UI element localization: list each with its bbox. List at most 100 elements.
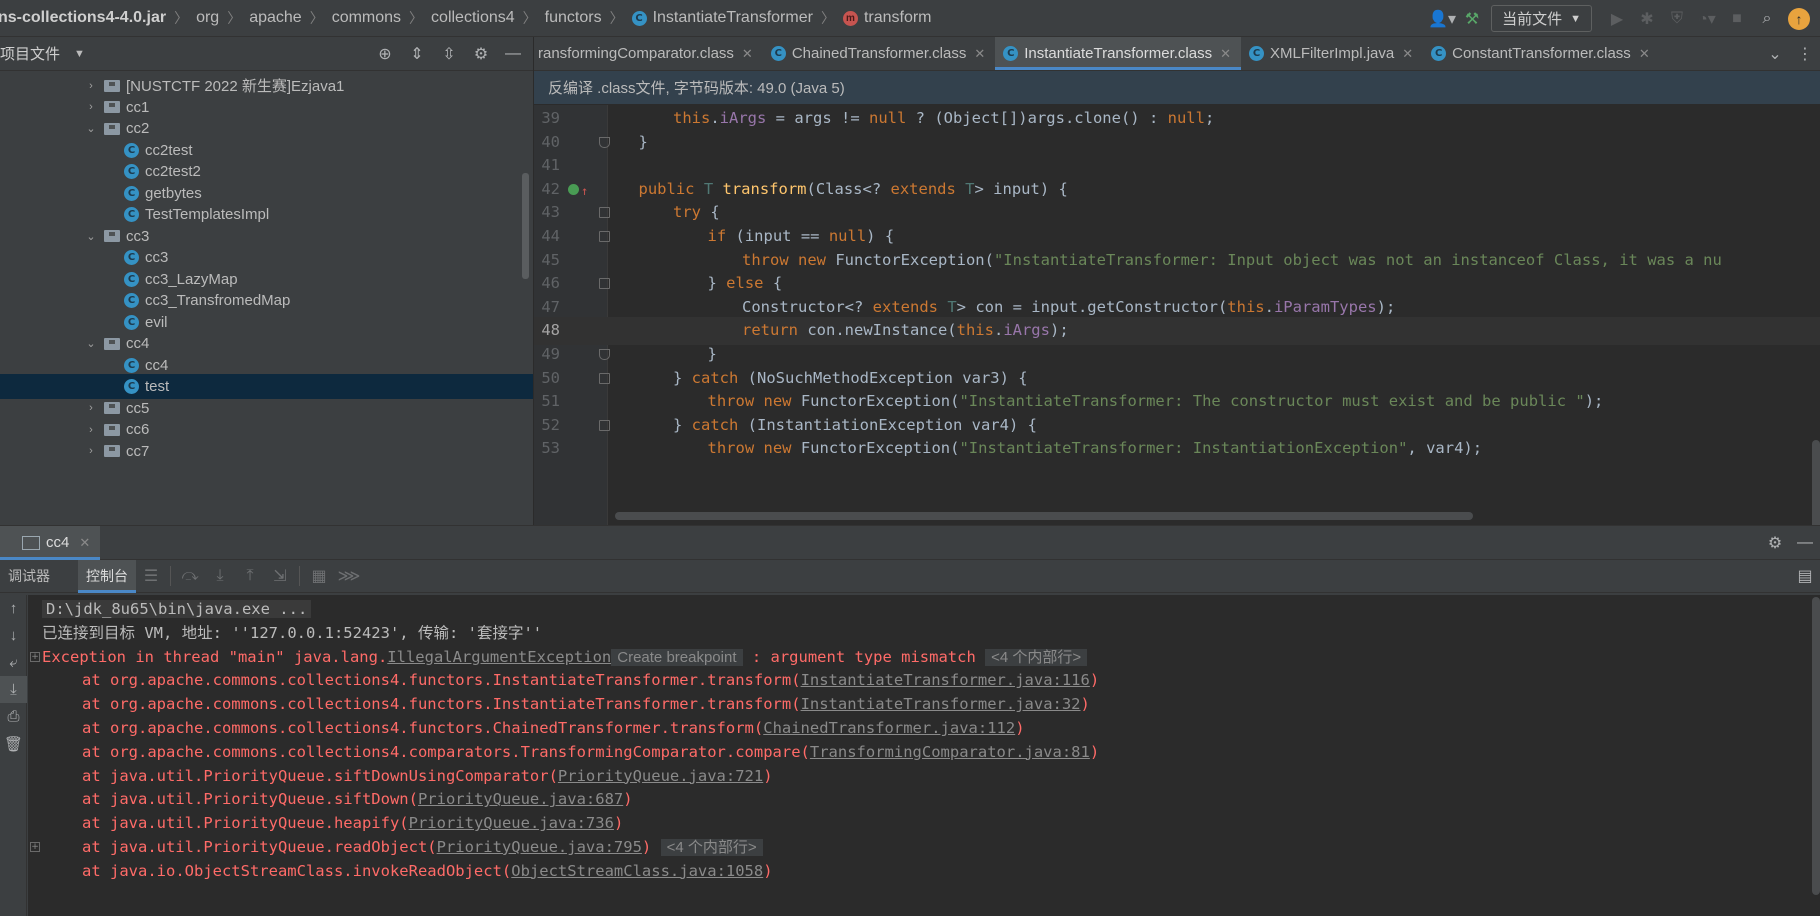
chevron-down-icon[interactable]: ⌄	[1760, 39, 1790, 69]
more-icon[interactable]: ⋮	[1790, 39, 1820, 69]
gear-icon[interactable]: ⚙	[1760, 528, 1790, 558]
source-link[interactable]: ChainedTransformer.java:112	[763, 719, 1015, 737]
user-icon[interactable]: 👤▾	[1427, 4, 1457, 34]
step-out-icon[interactable]: ⤒	[235, 561, 265, 591]
fold-marker-icon[interactable]	[599, 419, 610, 431]
chevron-down-icon[interactable]: ⌄	[84, 230, 98, 243]
source-link[interactable]: InstantiateTransformer.java:32	[801, 695, 1081, 713]
source-link[interactable]: TransformingComparator.java:81	[810, 743, 1090, 761]
editor-tab[interactable]: C XMLFilterImpl.java ✕	[1241, 37, 1423, 70]
internal-lines-toggle[interactable]: <4 个内部行>	[660, 839, 763, 856]
editor-tab[interactable]: C ChainedTransformer.class ✕	[763, 37, 995, 70]
run-icon[interactable]: ▶	[1602, 4, 1632, 34]
exception-class-link[interactable]: IllegalArgumentException	[387, 648, 611, 666]
chevron-right-icon[interactable]: ›	[84, 402, 98, 414]
breadcrumb-item[interactable]: ns-collections4-4.0.jar	[0, 9, 166, 27]
tab-debugger[interactable]: 调试器	[0, 560, 58, 593]
console-command[interactable]: D:\jdk_8u65\bin\java.exe ...	[42, 600, 312, 618]
create-breakpoint-button[interactable]: Create breakpoint	[611, 648, 743, 666]
layout-icon[interactable]: ▤	[1790, 561, 1820, 591]
expand-all-icon[interactable]: ⇕	[403, 39, 431, 69]
fold-marker-icon[interactable]	[599, 372, 610, 384]
chevron-right-icon[interactable]: ›	[84, 80, 98, 92]
breadcrumb-item[interactable]: 〉 m transform	[813, 8, 932, 28]
print-icon[interactable]: ⎙	[0, 703, 27, 730]
breadcrumb-item[interactable]: 〉 apache	[219, 8, 302, 28]
class-icon: C	[124, 250, 139, 265]
minimize-icon[interactable]: —	[1790, 528, 1820, 558]
editor-tab[interactable]: C ConstantTransformer.class ✕	[1423, 37, 1660, 70]
source-link[interactable]: InstantiateTransformer.java:116	[801, 671, 1090, 689]
minimize-icon[interactable]: —	[499, 39, 527, 69]
chevron-right-icon[interactable]: ›	[84, 424, 98, 436]
source-link[interactable]: PriorityQueue.java:736	[409, 814, 614, 832]
trash-icon[interactable]: 🗑	[0, 730, 27, 757]
chevron-down-icon[interactable]: ▼	[74, 48, 85, 60]
fold-marker-icon[interactable]	[599, 278, 610, 290]
close-icon[interactable]: ✕	[742, 46, 753, 62]
breadcrumb-item[interactable]: 〉 functors	[515, 8, 602, 28]
fold-marker-icon[interactable]	[599, 231, 610, 242]
source-link[interactable]: PriorityQueue.java:721	[558, 767, 763, 785]
tree-scrollbar[interactable]	[522, 173, 529, 279]
code-line[interactable]: 53 throw new FunctorException("Instantiat…	[534, 435, 1820, 463]
tree-folder[interactable]: › cc7	[0, 439, 533, 464]
main-toolbar: 👤▾ ⚒ 当前文件 ▼ ▶ ✱ ⛨ ◔▾ ■ ⌕ ↑	[1427, 0, 1820, 37]
arrow-down-icon[interactable]: ↓	[0, 622, 27, 649]
update-icon[interactable]: ↑	[1788, 7, 1810, 30]
run-to-cursor-icon[interactable]: ⇲	[265, 561, 295, 591]
tab-console[interactable]: 控制台	[78, 559, 136, 593]
build-hammer-icon[interactable]: ⚒	[1457, 4, 1487, 34]
close-icon[interactable]: ✕	[1220, 46, 1231, 62]
chevron-right-icon[interactable]: ›	[84, 445, 98, 457]
step-over-icon[interactable]: ⤼	[175, 561, 205, 591]
evaluate-icon[interactable]: ▦	[304, 561, 334, 591]
editor-vertical-scrollbar[interactable]	[1812, 440, 1820, 525]
expand-icon[interactable]: +	[30, 651, 40, 662]
fold-marker-icon[interactable]	[599, 349, 610, 360]
arrow-up-icon[interactable]: ↑	[0, 595, 27, 622]
profile-icon[interactable]: ◔▾	[1692, 4, 1722, 34]
locate-icon[interactable]: ⊕	[371, 39, 399, 69]
close-icon[interactable]: ✕	[79, 535, 90, 551]
console-scrollbar[interactable]	[1812, 597, 1820, 895]
step-into-icon[interactable]: ⤓	[205, 561, 235, 591]
code-editor[interactable]: 39 this.iArgs = args != null ? (Object[])…	[534, 105, 1820, 525]
search-icon[interactable]: ⌕	[1752, 4, 1782, 34]
fold-marker-icon[interactable]	[599, 207, 610, 219]
breadcrumb-item[interactable]: 〉 C InstantiateTransformer	[602, 8, 813, 28]
internal-lines-toggle[interactable]: <4 个内部行>	[985, 648, 1088, 666]
override-marker-icon[interactable]	[568, 178, 588, 205]
expand-icon[interactable]: +	[30, 842, 40, 852]
soft-wrap-icon[interactable]: ⤶	[0, 649, 27, 676]
breadcrumb-item[interactable]: 〉 commons	[302, 8, 401, 28]
source-link[interactable]: PriorityQueue.java:687	[418, 790, 623, 808]
project-panel-title[interactable]: 项目文件	[0, 43, 60, 64]
close-icon[interactable]: ✕	[1402, 46, 1413, 62]
coverage-icon[interactable]: ⛨	[1662, 4, 1692, 34]
breadcrumb-item[interactable]: 〉 collections4	[401, 8, 515, 28]
close-icon[interactable]: ✕	[974, 46, 985, 62]
chevron-down-icon[interactable]: ⌄	[84, 122, 98, 135]
gear-icon[interactable]: ⚙	[467, 39, 495, 69]
stop-icon[interactable]: ■	[1722, 4, 1752, 34]
collapse-all-icon[interactable]: ⇳	[435, 39, 463, 69]
frames-icon[interactable]: ☰	[136, 561, 166, 591]
scroll-to-end-icon[interactable]: ⤓	[0, 676, 27, 703]
close-icon[interactable]: ✕	[1639, 46, 1650, 62]
editor-tab[interactable]: C InstantiateTransformer.class ✕	[995, 37, 1242, 70]
run-config-select[interactable]: 当前文件 ▼	[1491, 5, 1592, 32]
chevron-right-icon[interactable]: ›	[84, 101, 98, 113]
breadcrumb-item[interactable]: 〉 org	[166, 8, 219, 28]
editor-tab[interactable]: ransformingComparator.class ✕	[534, 37, 763, 70]
editor-horizontal-scrollbar[interactable]	[615, 512, 1473, 520]
code-token: T	[965, 179, 975, 198]
debug-session-tab[interactable]: cc4 ✕	[0, 525, 101, 560]
fold-marker-icon[interactable]	[599, 136, 610, 148]
trace-icon[interactable]: ⋙	[334, 561, 364, 591]
debug-icon[interactable]: ✱	[1632, 4, 1662, 34]
chevron-down-icon[interactable]: ⌄	[84, 337, 98, 350]
source-link[interactable]: ObjectStreamClass.java:1058	[511, 862, 763, 880]
console-output[interactable]: D:\jdk_8u65\bin\java.exe ... 已连接到目标 VM, 地…	[28, 595, 1820, 916]
source-link[interactable]: PriorityQueue.java:795	[437, 838, 642, 856]
